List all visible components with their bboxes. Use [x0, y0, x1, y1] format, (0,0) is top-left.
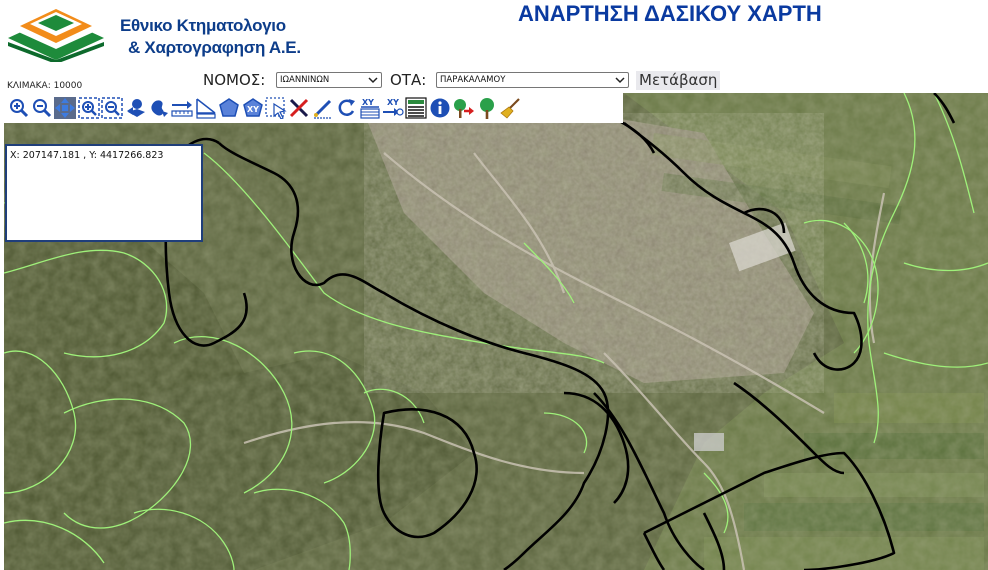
- zoom-box-in-icon: [78, 97, 100, 119]
- zoom-out-button[interactable]: [30, 94, 53, 122]
- zoom-in-button[interactable]: [7, 94, 30, 122]
- logo-text-line2: & Χαρτογραφηση Α.Ε.: [128, 38, 301, 57]
- measure-distance-icon: [171, 101, 194, 117]
- previous-extent-icon: [126, 99, 145, 117]
- nomos-select-value: ΙΩΑΝΝΙΝΩΝ: [280, 75, 330, 85]
- xy-goto-icon: XY: [382, 98, 404, 116]
- ktimatologio-logo-mark: [8, 9, 104, 62]
- full-extent-button[interactable]: [147, 94, 170, 122]
- pan-icon: [54, 97, 77, 119]
- svg-text:XY: XY: [387, 98, 399, 107]
- xy-table-button[interactable]: XY: [358, 94, 381, 122]
- svg-text:XY: XY: [362, 98, 374, 107]
- zoom-box-in-button[interactable]: [77, 94, 100, 122]
- pan-button[interactable]: [54, 94, 77, 122]
- zoom-box-out-button[interactable]: [101, 94, 124, 122]
- measure-area-button[interactable]: [194, 94, 217, 122]
- map-toolbar: XY XY XY: [4, 93, 623, 123]
- legend-button[interactable]: [405, 94, 428, 122]
- measure-area-icon: [196, 98, 216, 119]
- nomos-label: ΝΟΜΟΣ:: [203, 71, 266, 89]
- ota-select-value: ΠΑΡΑΚΑΛΑΜΟΥ: [440, 75, 506, 85]
- previous-extent-button[interactable]: [124, 94, 147, 122]
- select-button[interactable]: [264, 94, 287, 122]
- clear-button[interactable]: [288, 94, 311, 122]
- polygon-icon: [219, 98, 240, 117]
- xy-polygon-button[interactable]: XY: [241, 94, 264, 122]
- scale-label: ΚΛΙΜΑΚΑ: 10000: [7, 81, 83, 91]
- select-icon: [265, 97, 287, 119]
- logo-text-line1: Εθνικο Κτηματολογιο: [120, 16, 286, 35]
- zoom-out-icon: [33, 99, 52, 118]
- ota-select[interactable]: ΠΑΡΑΚΑΛΑΜΟΥ: [436, 72, 629, 88]
- broom-icon: [500, 98, 520, 119]
- tree-button[interactable]: [475, 94, 498, 122]
- map-view[interactable]: XY XY XY X: 207147.181 , Y: 4417266.823: [4, 93, 988, 570]
- measure-distance-button[interactable]: [171, 94, 194, 122]
- chevron-down-icon: [368, 77, 378, 84]
- forest-arrow-icon: [454, 99, 475, 118]
- refresh-button[interactable]: [334, 94, 357, 122]
- xy-goto-button[interactable]: XY: [381, 94, 404, 122]
- xy-polygon-icon: XY: [242, 98, 263, 117]
- polygon-button[interactable]: [218, 94, 241, 122]
- clear-icon: [290, 98, 309, 118]
- ota-label: ΟΤΑ:: [390, 71, 427, 89]
- full-extent-icon: [151, 100, 169, 117]
- edit-icon: [313, 99, 332, 119]
- go-button[interactable]: Μετάβαση: [636, 71, 721, 90]
- tree-icon: [479, 98, 494, 119]
- refresh-icon: [338, 99, 356, 116]
- svg-text:XY: XY: [247, 105, 259, 114]
- forest-arrow-button[interactable]: [451, 94, 475, 122]
- broom-button[interactable]: [498, 94, 521, 122]
- coordinates-readout: X: 207147.181 , Y: 4417266.823: [10, 150, 164, 161]
- info-button[interactable]: [428, 94, 451, 122]
- zoom-box-out-icon: [101, 97, 123, 119]
- legend-icon: [405, 97, 427, 119]
- coordinates-panel: X: 207147.181 , Y: 4417266.823: [5, 144, 203, 242]
- nomos-select[interactable]: ΙΩΑΝΝΙΝΩΝ: [276, 72, 382, 88]
- logo: Εθνικο Κτηματολογιο & Χαρτογραφηση Α.Ε.: [4, 2, 334, 64]
- page-title: ΑΝΑΡΤΗΣΗ ΔΑΣΙΚΟΥ ΧΑΡΤΗ: [518, 1, 822, 26]
- edit-button[interactable]: [311, 94, 334, 122]
- zoom-in-icon: [9, 99, 28, 118]
- info-icon: [430, 98, 450, 118]
- xy-table-icon: XY: [359, 98, 380, 119]
- chevron-down-icon: [615, 77, 625, 84]
